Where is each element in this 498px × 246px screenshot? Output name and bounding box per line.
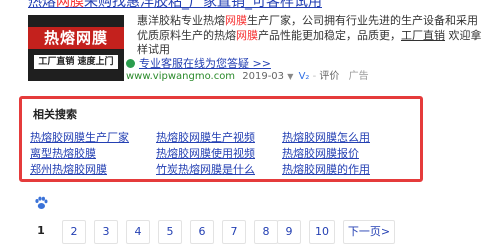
page-link[interactable]: 4 xyxy=(126,220,150,244)
page-link[interactable]: 10 xyxy=(309,220,335,244)
ad-tag: 广告 xyxy=(348,71,369,82)
page-link[interactable]: 3 xyxy=(94,220,118,244)
next-page-button[interactable]: 下一页> xyxy=(343,220,395,244)
chevron-down-icon[interactable]: ▼ xyxy=(287,72,293,81)
page-link[interactable]: 7 xyxy=(222,220,246,244)
ad-consult-link-text: 专业客服在线为您答疑 >> xyxy=(139,57,271,70)
ad-thumbnail-subtitle: 工厂直销 速度上门 xyxy=(34,55,118,69)
ad-eval-link[interactable]: 评价 xyxy=(319,71,339,82)
paw-icon xyxy=(34,195,48,209)
ad-consult-link[interactable]: 专业客服在线为您答疑 >> xyxy=(126,58,271,70)
ad-title-link[interactable]: 热熔网膜采购找惠洋胶粘_厂家直销_可客样试用 xyxy=(28,0,322,10)
page-link[interactable]: 8 xyxy=(254,220,278,244)
ad-desc-part: 惠洋胶粘专业热熔 xyxy=(137,14,225,27)
page-link[interactable]: 9 xyxy=(277,220,301,244)
page-link[interactable]: 5 xyxy=(158,220,182,244)
related-searches-title: 相关搜索 xyxy=(33,108,77,121)
page-link[interactable]: 6 xyxy=(190,220,214,244)
ad-desc-highlight: 网膜 xyxy=(225,14,247,27)
ad-thumbnail-title: 热熔网膜 xyxy=(28,27,124,49)
related-search-link[interactable]: 热熔胶网膜报价 xyxy=(282,148,359,160)
chat-icon xyxy=(126,59,135,68)
ad-title-highlight: 网膜 xyxy=(56,0,84,10)
ad-date: 2019-03 xyxy=(242,71,285,82)
ad-description: 惠洋胶粘专业热熔网膜生产厂家，公司拥有行业先进的生产设备和采用优质原料生产的热熔… xyxy=(137,14,482,56)
related-search-link[interactable]: 热熔胶网膜生产厂家 xyxy=(30,132,129,144)
ad-desc-part: 产品性能更加稳定，品质更 xyxy=(258,28,390,42)
verified-badge[interactable]: V₂ xyxy=(299,71,310,82)
ad-meta-line: www.vipwangmo.com 2019-03 ▼ V₂ - 评价 广告 xyxy=(126,71,369,83)
ad-title-post: 采购找惠洋胶粘_厂家直销_可客样试用 xyxy=(84,0,322,10)
ad-title-pre: 热熔 xyxy=(28,0,56,10)
separator: - xyxy=(312,71,317,82)
related-search-link[interactable]: 竹炭热熔网膜是什么 xyxy=(156,164,255,176)
ad-desc-underlined: 工厂直销 xyxy=(401,28,445,42)
page-link[interactable]: 2 xyxy=(62,220,86,244)
related-search-link[interactable]: 热熔胶网膜生产视频 xyxy=(156,132,255,144)
related-search-link[interactable]: 郑州热熔胶网膜 xyxy=(30,164,107,176)
ad-thumbnail[interactable]: 热熔网膜 工厂直销 速度上门 xyxy=(28,15,124,81)
related-search-link[interactable]: 热熔胶网膜怎么用 xyxy=(282,132,370,144)
page-current: 1 xyxy=(29,220,53,244)
related-search-link[interactable]: 离型热熔胶膜 xyxy=(30,148,96,160)
ad-url[interactable]: www.vipwangmo.com xyxy=(126,71,235,82)
related-search-link[interactable]: 热熔胶网膜的作用 xyxy=(282,164,370,176)
related-search-link[interactable]: 热熔胶网膜使用视频 xyxy=(156,148,255,160)
related-searches-box: 相关搜索 热熔胶网膜生产厂家 热熔胶网膜生产视频 热熔胶网膜怎么用 离型热熔胶膜… xyxy=(19,96,423,182)
ad-desc-highlight: 网膜 xyxy=(236,28,258,42)
